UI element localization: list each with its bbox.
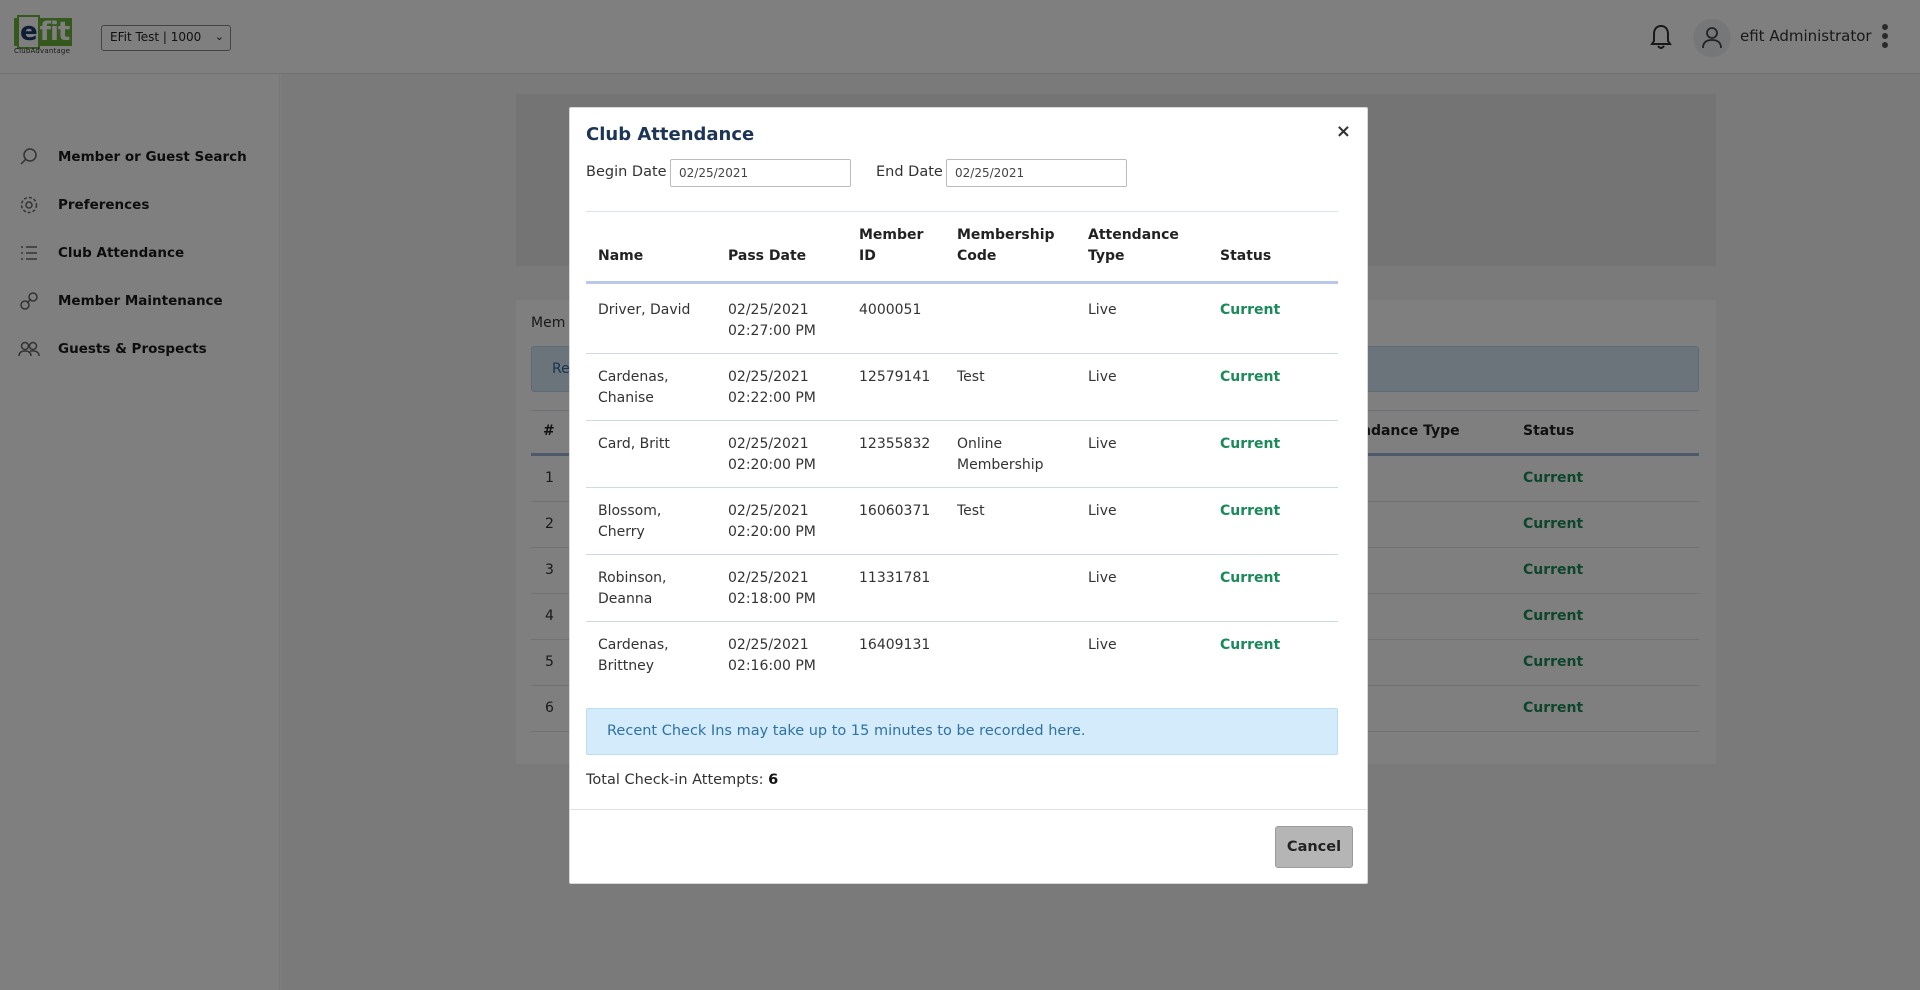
- col-member-id-line2[interactable]: ID: [859, 246, 876, 267]
- modal-title: Club Attendance: [586, 124, 755, 145]
- pass-date-day: 02/25/2021: [728, 302, 809, 318]
- table-row[interactable]: Blossom, Cherry 02/25/2021 02:20:00 PM 160…: [586, 488, 1338, 555]
- member-name-line1: Cardenas,: [598, 369, 669, 385]
- end-date-label: End Date: [876, 164, 943, 180]
- member-name: Card, Britt: [598, 434, 670, 455]
- total-value: 6: [768, 772, 779, 788]
- modal-footer-divider: [570, 809, 1367, 810]
- status-badge: Current: [1220, 302, 1281, 318]
- member-name: Blossom, Cherry: [598, 501, 661, 543]
- pass-date-day: 02/25/2021: [728, 570, 809, 586]
- begin-date-input[interactable]: 02/25/2021: [670, 159, 851, 187]
- attendance-type: Live: [1088, 637, 1117, 653]
- status-badge: Current: [1220, 436, 1281, 452]
- col-attendance-type-line2[interactable]: Type: [1088, 246, 1125, 267]
- pass-date: 02/25/2021 02:20:00 PM: [728, 501, 816, 543]
- attendance-type: Live: [1088, 570, 1117, 586]
- member-name-line1: Robinson,: [598, 570, 667, 586]
- attendance-type: Live: [1088, 369, 1117, 385]
- membership-code-line1: Test: [957, 503, 985, 519]
- membership-code: Online Membership: [957, 434, 1044, 476]
- close-icon[interactable]: ×: [1336, 122, 1351, 142]
- club-attendance-modal: Club Attendance × Begin Date 02/25/2021 …: [569, 107, 1368, 884]
- member-id: 12355832: [859, 436, 931, 452]
- table-row[interactable]: Cardenas, Brittney 02/25/2021 02:16:00 PM …: [586, 622, 1338, 689]
- member-name-line2: Chanise: [598, 390, 654, 406]
- member-name-line2: Brittney: [598, 658, 654, 674]
- pass-date-time: 02:18:00 PM: [728, 591, 816, 607]
- col-membership-code-line1[interactable]: Membership: [957, 225, 1055, 246]
- begin-date-label: Begin Date: [586, 164, 667, 180]
- pass-date: 02/25/2021 02:27:00 PM: [728, 300, 816, 342]
- end-date-input[interactable]: 02/25/2021: [946, 159, 1127, 187]
- member-name-line2: Cherry: [598, 524, 645, 540]
- pass-date-time: 02:16:00 PM: [728, 658, 816, 674]
- attendance-type: Live: [1088, 302, 1117, 318]
- attendance-type: Live: [1088, 436, 1117, 452]
- membership-code-line1: Online: [957, 436, 1003, 452]
- status-badge: Current: [1220, 369, 1281, 385]
- pass-date-day: 02/25/2021: [728, 436, 809, 452]
- member-name: Cardenas, Chanise: [598, 367, 669, 409]
- attendance-type: Live: [1088, 503, 1117, 519]
- pass-date-day: 02/25/2021: [728, 369, 809, 385]
- pass-date: 02/25/2021 02:22:00 PM: [728, 367, 816, 409]
- pass-date-time: 02:20:00 PM: [728, 457, 816, 473]
- member-name-line1: Blossom,: [598, 503, 662, 519]
- total-label: Total Check-in Attempts:: [586, 772, 769, 788]
- member-name: Robinson, Deanna: [598, 568, 667, 610]
- col-member-id-line1[interactable]: Member: [859, 225, 923, 246]
- info-alert-text: Recent Check Ins may take up to 15 minut…: [607, 723, 1086, 739]
- membership-code: Test: [957, 367, 985, 388]
- membership-code: Test: [957, 501, 985, 522]
- member-name-line1: Cardenas,: [598, 637, 669, 653]
- info-alert: Recent Check Ins may take up to 15 minut…: [586, 708, 1338, 755]
- table-row[interactable]: Cardenas, Chanise 02/25/2021 02:22:00 PM 1…: [586, 354, 1338, 421]
- col-name[interactable]: Name: [598, 246, 643, 267]
- table-row[interactable]: Card, Britt 02/25/2021 02:20:00 PM 123558…: [586, 421, 1338, 488]
- member-id: 11331781: [859, 570, 931, 586]
- status-badge: Current: [1220, 637, 1281, 653]
- member-id: 16409131: [859, 637, 931, 653]
- col-membership-code-line2[interactable]: Code: [957, 246, 996, 267]
- table-row[interactable]: Robinson, Deanna 02/25/2021 02:18:00 PM 11…: [586, 555, 1338, 622]
- total-check-ins: Total Check-in Attempts: 6: [586, 772, 778, 788]
- status-badge: Current: [1220, 570, 1281, 586]
- pass-date: 02/25/2021 02:18:00 PM: [728, 568, 816, 610]
- member-name: Driver, David: [598, 300, 690, 321]
- cancel-button[interactable]: Cancel: [1275, 826, 1353, 868]
- membership-code-line1: Test: [957, 369, 985, 385]
- member-id: 12579141: [859, 369, 931, 385]
- pass-date-day: 02/25/2021: [728, 637, 809, 653]
- member-name: Cardenas, Brittney: [598, 635, 669, 677]
- status-badge: Current: [1220, 503, 1281, 519]
- member-id: 4000051: [859, 302, 922, 318]
- pass-date-time: 02:27:00 PM: [728, 323, 816, 339]
- pass-date-day: 02/25/2021: [728, 503, 809, 519]
- membership-code-line2: Membership: [957, 457, 1044, 473]
- attendance-table-header: Name Pass Date Member ID Membership Code…: [586, 212, 1338, 284]
- member-id: 16060371: [859, 503, 931, 519]
- col-pass-date[interactable]: Pass Date: [728, 246, 806, 267]
- member-name-line1: Card, Britt: [598, 436, 670, 452]
- pass-date-time: 02:22:00 PM: [728, 390, 816, 406]
- member-name-line2: Deanna: [598, 591, 653, 607]
- member-name-line1: Driver, David: [598, 302, 691, 318]
- table-row[interactable]: Driver, David 02/25/2021 02:27:00 PM 4000…: [586, 287, 1338, 354]
- pass-date: 02/25/2021 02:16:00 PM: [728, 635, 816, 677]
- pass-date-time: 02:20:00 PM: [728, 524, 816, 540]
- col-attendance-type-line1[interactable]: Attendance: [1088, 225, 1179, 246]
- pass-date: 02/25/2021 02:20:00 PM: [728, 434, 816, 476]
- col-status[interactable]: Status: [1220, 246, 1271, 267]
